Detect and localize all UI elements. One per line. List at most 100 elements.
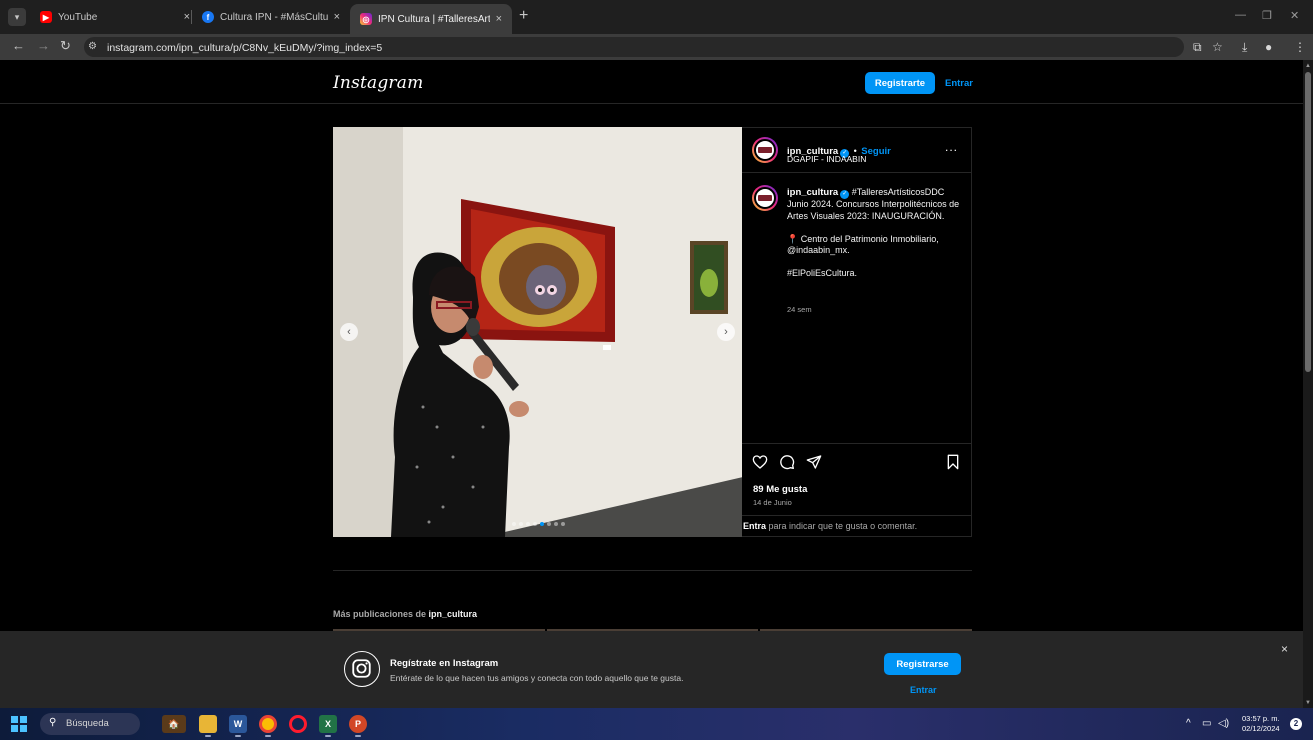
carousel-dot xyxy=(512,522,516,526)
tab-title: YouTube xyxy=(58,11,98,23)
browser-tab-strip: ▾ ▶ YouTube × f Cultura IPN - #MásCultur… xyxy=(0,0,1313,34)
instagram-glyph-icon xyxy=(344,651,380,687)
login-hint-link[interactable]: Entra xyxy=(743,521,766,531)
new-tab-button[interactable]: + xyxy=(519,7,528,25)
reload-icon[interactable]: ↻ xyxy=(60,38,71,54)
like-heart-icon[interactable] xyxy=(752,454,768,470)
facebook-icon: f xyxy=(202,11,214,23)
carousel-dot xyxy=(519,522,523,526)
display-icon[interactable]: ▭ xyxy=(1202,718,1211,729)
more-posts-heading: Más publicaciones de ipn_cultura xyxy=(333,609,477,619)
carousel-dot xyxy=(554,522,558,526)
widgets-icon[interactable]: 🏠 xyxy=(162,715,186,733)
site-info-icon[interactable]: ⚙ xyxy=(88,41,97,52)
tab-cultura-ipn-facebook[interactable]: f Cultura IPN - #MásCulturalIPN × xyxy=(192,4,350,30)
tray-chevron-icon[interactable]: ^ xyxy=(1186,718,1191,729)
minimize-icon[interactable]: — xyxy=(1235,9,1246,21)
close-banner-icon[interactable]: × xyxy=(1281,642,1288,656)
tab-title: Cultura IPN - #MásCulturalIPN xyxy=(220,11,328,23)
section-divider xyxy=(333,570,972,571)
clock-time: 03:57 p. m. xyxy=(1242,714,1280,723)
bookmark-star-icon[interactable]: ☆ xyxy=(1212,40,1223,54)
panel-divider xyxy=(742,515,972,516)
banner-title: Regístrate en Instagram xyxy=(390,658,499,669)
close-tab-icon[interactable]: × xyxy=(184,11,190,23)
author-avatar[interactable] xyxy=(752,137,778,163)
download-icon[interactable]: ⤓ xyxy=(1242,40,1247,55)
taskbar-search-placeholder[interactable]: Búsqueda xyxy=(66,718,109,729)
youtube-icon: ▶ xyxy=(40,11,52,23)
excel-icon[interactable]: X xyxy=(319,715,337,733)
browser-toolbar: ← → ↻ ⚙ instagram.com/ipn_cultura/p/C8Nv… xyxy=(0,34,1313,60)
verified-badge-icon: ✓ xyxy=(840,190,850,199)
file-explorer-icon[interactable] xyxy=(199,715,217,733)
browser-menu-icon[interactable]: ⋮ xyxy=(1294,40,1306,54)
signup-button[interactable]: Registrarse xyxy=(884,653,961,675)
close-tab-icon[interactable]: × xyxy=(496,13,502,25)
caption-avatar[interactable] xyxy=(752,185,778,211)
exhibition-photo xyxy=(333,127,743,537)
notification-badge[interactable]: 2 xyxy=(1290,718,1302,730)
login-hint-text: para indicar que te gusta o comentar. xyxy=(766,521,918,531)
tab-ipn-cultura-instagram[interactable]: ◎ IPN Cultura | #TalleresArtísticos × xyxy=(350,4,512,34)
banner-subtitle: Entérate de lo que hacen tus amigos y co… xyxy=(390,673,684,683)
windows-taskbar xyxy=(0,708,1313,740)
scroll-up-icon[interactable]: ▲ xyxy=(1305,63,1311,69)
instagram-icon: ◎ xyxy=(360,13,372,25)
post-caption: ipn_cultura ✓ #TalleresArtísticosDDC Juni… xyxy=(787,187,965,291)
comment-icon[interactable] xyxy=(779,454,795,470)
scroll-down-icon[interactable]: ▼ xyxy=(1305,700,1311,706)
cast-icon[interactable]: ⧉ xyxy=(1193,40,1202,55)
running-indicator xyxy=(235,735,241,737)
signup-banner xyxy=(0,631,1303,708)
carousel-dot xyxy=(533,522,537,526)
register-button[interactable]: Registrarte xyxy=(865,72,935,94)
running-indicator xyxy=(265,735,271,737)
forward-arrow-icon[interactable]: → xyxy=(37,38,50,53)
carousel-dot xyxy=(526,522,530,526)
taskbar-clock[interactable]: 03:57 p. m. 02/12/2024 xyxy=(1242,714,1280,734)
close-tab-icon[interactable]: × xyxy=(334,11,340,23)
more-posts-prefix: Más publicaciones de xyxy=(333,609,429,619)
running-indicator xyxy=(205,735,211,737)
address-bar-url[interactable]: instagram.com/ipn_cultura/p/C8Nv_kEuDMy/… xyxy=(107,42,382,54)
opera-icon[interactable] xyxy=(289,715,307,733)
running-indicator xyxy=(355,735,361,737)
chrome-icon[interactable] xyxy=(259,715,277,733)
scrollbar-thumb[interactable] xyxy=(1305,72,1311,372)
post-date: 14 de Junio xyxy=(753,498,792,507)
post-image[interactable] xyxy=(333,127,743,537)
windows-start-icon[interactable] xyxy=(11,716,27,732)
more-options-icon[interactable]: ... xyxy=(945,140,958,154)
carousel-indicator xyxy=(512,522,565,526)
close-window-icon[interactable]: ✕ xyxy=(1290,9,1299,22)
carousel-prev-icon[interactable]: ‹ xyxy=(340,323,358,341)
save-bookmark-icon[interactable] xyxy=(945,454,961,470)
volume-icon[interactable]: ◁) xyxy=(1218,718,1229,729)
word-icon[interactable]: W xyxy=(229,715,247,733)
powerpoint-icon[interactable]: P xyxy=(349,715,367,733)
tab-search-chevron-icon[interactable]: ▾ xyxy=(8,8,26,26)
carousel-dot xyxy=(540,522,544,526)
carousel-dot xyxy=(547,522,551,526)
tab-title: IPN Cultura | #TalleresArtísticos xyxy=(378,13,490,25)
instagram-logo[interactable]: Instagram xyxy=(333,73,423,93)
clock-date: 02/12/2024 xyxy=(1242,724,1280,733)
tab-youtube[interactable]: ▶ YouTube × xyxy=(30,4,200,30)
caption-hashtag[interactable]: #ElPoliEsCultura. xyxy=(787,268,965,280)
caption-username[interactable]: ipn_cultura xyxy=(787,187,838,198)
restore-icon[interactable]: ❐ xyxy=(1262,9,1272,22)
profile-icon[interactable]: ● xyxy=(1265,40,1272,54)
carousel-next-icon[interactable]: › xyxy=(717,323,735,341)
share-icon[interactable] xyxy=(806,454,822,470)
login-link[interactable]: Entrar xyxy=(945,78,973,89)
post-location[interactable]: DGAPIF - INDAABIN xyxy=(787,154,866,164)
back-arrow-icon[interactable]: ← xyxy=(12,38,25,53)
instagram-header: Instagram Registrarte Entrar xyxy=(0,60,1303,104)
more-posts-username[interactable]: ipn_cultura xyxy=(429,609,478,619)
panel-divider xyxy=(742,172,972,173)
caption-time-ago: 24 sem xyxy=(787,305,812,314)
caption-location-text: 📍 Centro del Patrimonio Inmobiliario, @i… xyxy=(787,233,939,256)
likes-count[interactable]: 89 Me gusta xyxy=(753,484,807,495)
banner-login-link[interactable]: Entrar xyxy=(910,685,937,695)
